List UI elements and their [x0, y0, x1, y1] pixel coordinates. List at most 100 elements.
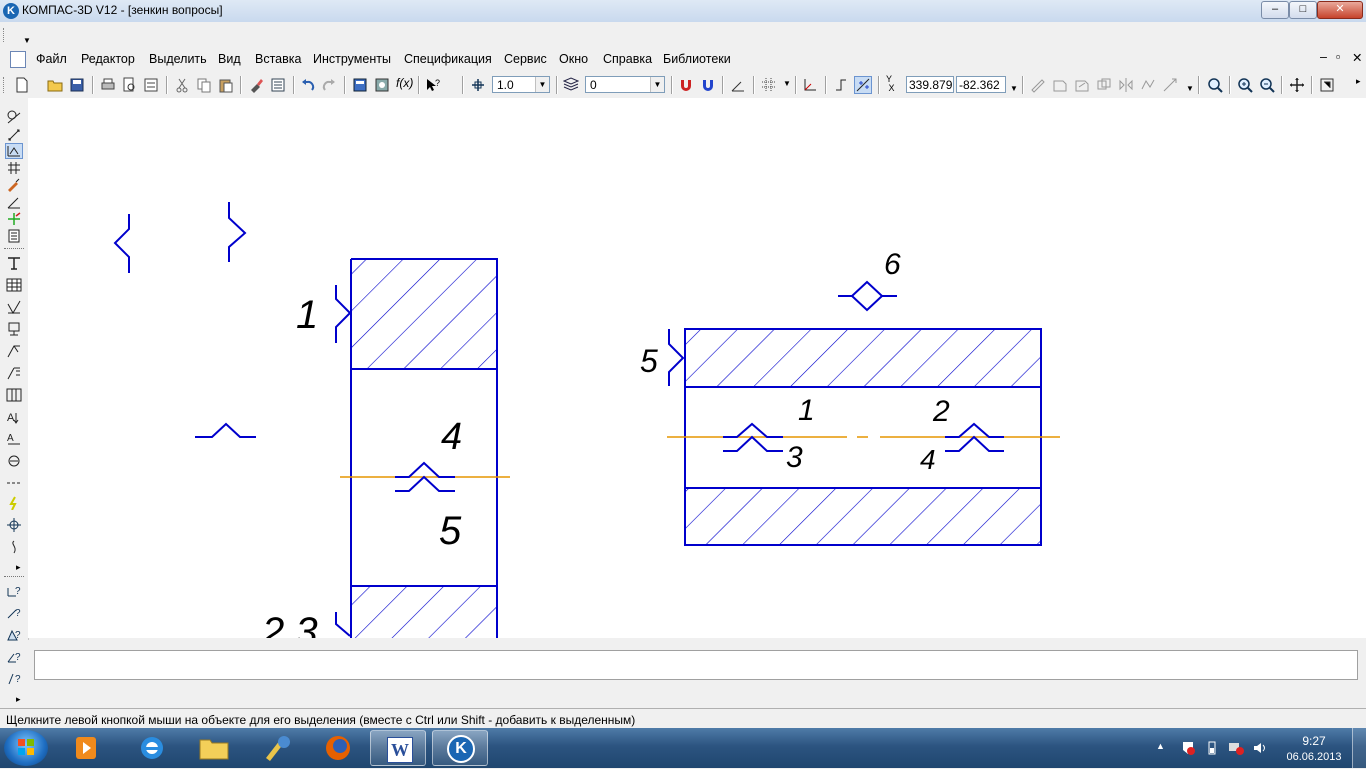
- chevron-right-icon[interactable]: ▸: [1356, 76, 1361, 87]
- deform-icon[interactable]: [1140, 77, 1156, 93]
- network-icon[interactable]: [1228, 740, 1244, 756]
- hatched-lower-strip[interactable]: [685, 488, 1041, 545]
- break-line-icon[interactable]: [6, 496, 22, 510]
- fx-variables-icon[interactable]: f(x): [396, 76, 413, 90]
- label-1-right[interactable]: 1: [798, 394, 815, 427]
- base-symbol[interactable]: [195, 422, 256, 438]
- document-icon[interactable]: [10, 51, 26, 68]
- move-icon[interactable]: [1052, 77, 1068, 93]
- chevron-right-icon[interactable]: ▸: [16, 562, 21, 573]
- toolbar-options-icon[interactable]: ▼: [1010, 84, 1018, 93]
- menu-file[interactable]: Файл: [36, 52, 67, 66]
- chevron-down-icon[interactable]: ▼: [650, 77, 664, 92]
- scale-objects-icon[interactable]: [1162, 77, 1178, 93]
- position-leader-icon[interactable]: [6, 366, 22, 380]
- media-player-button[interactable]: [58, 730, 114, 766]
- left-break-mark-1[interactable]: [335, 285, 352, 343]
- copy-icon[interactable]: [196, 77, 212, 93]
- label-6[interactable]: 6: [884, 248, 901, 281]
- firefox-button[interactable]: [310, 730, 366, 766]
- edit-points-icon[interactable]: [1030, 77, 1046, 93]
- rotate-icon[interactable]: [1074, 77, 1090, 93]
- word-button[interactable]: W: [370, 730, 426, 766]
- partial-section-mark-right[interactable]: [228, 202, 247, 262]
- query-area-icon[interactable]: ?: [6, 628, 22, 642]
- explorer-button[interactable]: [186, 730, 242, 766]
- property-panel-field[interactable]: [34, 650, 1358, 680]
- chevron-down-icon[interactable]: ▼: [535, 77, 549, 92]
- ortho-mode-icon[interactable]: [833, 77, 849, 93]
- base-icon[interactable]: [6, 322, 22, 336]
- angle-snap-icon[interactable]: [730, 77, 746, 93]
- manager-icon[interactable]: [352, 77, 368, 93]
- right-base-marker-2[interactable]: [945, 422, 1004, 452]
- internet-explorer-button[interactable]: [124, 730, 180, 766]
- clock-date[interactable]: 06.06.2013: [1281, 751, 1347, 763]
- volume-icon[interactable]: [1252, 740, 1268, 756]
- snap-magnet-icon[interactable]: [678, 77, 694, 93]
- menu-tools[interactable]: Инструменты: [313, 52, 391, 66]
- tolerance-icon[interactable]: [6, 388, 22, 402]
- properties-icon[interactable]: [270, 77, 286, 93]
- toolbar-grip[interactable]: [3, 77, 6, 93]
- select-icon[interactable]: [6, 212, 22, 226]
- chevron-right-icon[interactable]: ▸: [16, 694, 21, 705]
- grid-icon[interactable]: [761, 77, 777, 93]
- label-1-left[interactable]: 1: [296, 293, 318, 337]
- leader-icon[interactable]: [6, 344, 22, 358]
- menu-view[interactable]: Вид: [218, 52, 241, 66]
- label-5-left[interactable]: 5: [439, 509, 462, 553]
- hatched-top-section[interactable]: [351, 259, 497, 369]
- mirror-icon[interactable]: [1118, 77, 1134, 93]
- toolbar-options-icon[interactable]: ▼: [23, 36, 31, 45]
- right-base-marker-1[interactable]: [723, 422, 783, 452]
- section-icon[interactable]: [6, 454, 22, 468]
- coord-x-field[interactable]: 339.879: [906, 76, 954, 93]
- menu-libraries[interactable]: Библиотеки: [663, 52, 731, 66]
- query-angle-icon[interactable]: ?: [6, 650, 22, 664]
- action-center-icon[interactable]: [1180, 740, 1196, 756]
- axis-line-icon[interactable]: [6, 476, 22, 490]
- paint-app-button[interactable]: [248, 730, 304, 766]
- text-icon[interactable]: [6, 256, 22, 270]
- label-2-3-left[interactable]: 2 3: [261, 610, 318, 638]
- paste-icon[interactable]: [218, 77, 234, 93]
- center-mark-icon[interactable]: [6, 518, 22, 532]
- kompas-button[interactable]: K: [432, 730, 488, 766]
- query-properties-icon[interactable]: ?: [6, 672, 22, 686]
- table-icon[interactable]: [6, 278, 22, 292]
- open-folder-icon[interactable]: [47, 77, 63, 93]
- zoom-in-icon[interactable]: [1237, 77, 1253, 93]
- context-help-icon[interactable]: ?: [425, 77, 441, 93]
- save-icon[interactable]: [69, 77, 85, 93]
- parametrization-icon[interactable]: [6, 178, 22, 192]
- hatched-bottom-section[interactable]: [351, 586, 497, 638]
- drawing-canvas[interactable]: 1 4 5 2 3 6 5 1 2 3 4: [28, 98, 1366, 638]
- wave-line-icon[interactable]: [6, 540, 22, 554]
- query-length-icon[interactable]: ?: [6, 606, 22, 620]
- spec-icon[interactable]: [6, 229, 22, 243]
- menu-insert[interactable]: Вставка: [255, 52, 301, 66]
- copy-objects-icon[interactable]: [1096, 77, 1112, 93]
- toolbar-options-icon[interactable]: ▼: [1186, 84, 1194, 93]
- doc-restore-button[interactable]: ▫: [1336, 50, 1340, 64]
- round-mode-icon[interactable]: [854, 76, 872, 94]
- zoom-out-icon[interactable]: [1259, 77, 1275, 93]
- print-preview-icon[interactable]: [121, 77, 137, 93]
- label-5-right[interactable]: 5: [640, 343, 658, 379]
- right-break-mark[interactable]: [668, 329, 685, 386]
- toolbar-grip[interactable]: [3, 28, 6, 42]
- local-cs-icon[interactable]: [802, 77, 818, 93]
- menu-select[interactable]: Выделить: [149, 52, 207, 66]
- doc-close-button[interactable]: ✕: [1352, 50, 1362, 65]
- label-4-right[interactable]: 4: [920, 444, 936, 475]
- start-button[interactable]: [4, 730, 48, 766]
- zoom-icon[interactable]: [1207, 77, 1223, 93]
- scale-icon[interactable]: [470, 77, 486, 93]
- cut-icon[interactable]: [174, 77, 190, 93]
- close-button[interactable]: ✕: [1317, 1, 1363, 19]
- local-snap-icon[interactable]: [700, 77, 716, 93]
- roughness-icon[interactable]: [6, 300, 22, 314]
- view-arrow-icon[interactable]: A: [6, 432, 22, 446]
- menu-specification[interactable]: Спецификация: [404, 52, 492, 66]
